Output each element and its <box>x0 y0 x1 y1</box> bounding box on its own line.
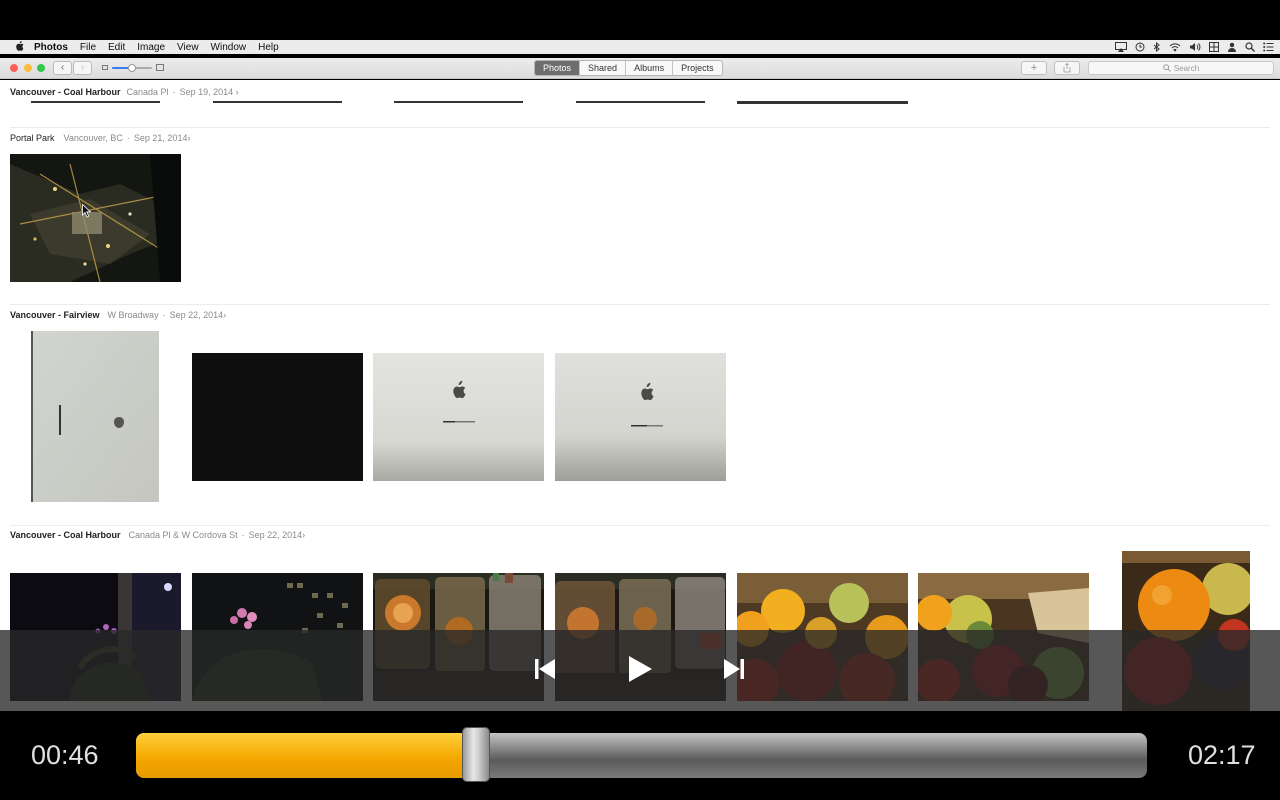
video-controls-overlay <box>0 630 1280 711</box>
add-button[interactable]: + <box>1021 61 1047 75</box>
photo-thumbnail[interactable] <box>373 353 544 481</box>
chevron-right-icon: › <box>302 530 306 540</box>
photo-thumbnail[interactable] <box>394 101 523 103</box>
tab-photos[interactable]: Photos <box>535 61 580 75</box>
separator-dot: · <box>162 310 166 320</box>
wifi-icon[interactable] <box>1169 42 1181 52</box>
spotlight-icon[interactable] <box>1245 42 1255 52</box>
small-thumbnail-icon <box>102 65 108 70</box>
moment-date: Sep 21, 2014 <box>133 133 188 143</box>
time-machine-icon[interactable] <box>1135 42 1145 52</box>
photo-thumbnail[interactable] <box>555 353 726 481</box>
view-tabs: Photos Shared Albums Projects <box>534 60 723 76</box>
flag-icon[interactable] <box>1209 42 1219 52</box>
menu-photos[interactable]: Photos <box>28 42 74 53</box>
moment-date: Sep 22, 2014 <box>248 530 303 540</box>
search-placeholder: Search <box>1173 63 1200 73</box>
search-icon <box>1163 64 1171 72</box>
zoom-window-button[interactable] <box>37 64 45 72</box>
minimize-window-button[interactable] <box>24 64 32 72</box>
moment-location: W Broadway <box>107 310 159 320</box>
search-field[interactable]: Search <box>1088 61 1274 75</box>
menu-help[interactable]: Help <box>252 42 285 53</box>
menu-bar: Photos File Edit Image View Window Help <box>0 40 1280 54</box>
moment-title: Vancouver - Coal Harbour <box>10 87 121 97</box>
moment-date: Sep 19, 2014 <box>179 87 234 97</box>
menu-file[interactable]: File <box>74 42 102 53</box>
moment-location: Canada Pl <box>126 87 169 97</box>
screen: Photos File Edit Image View Window Help … <box>0 0 1280 800</box>
moment-divider <box>10 525 1270 526</box>
menu-image[interactable]: Image <box>131 42 171 53</box>
status-icons <box>1115 40 1274 54</box>
menu-window[interactable]: Window <box>205 42 253 53</box>
share-button[interactable] <box>1054 61 1080 75</box>
chevron-right-icon: › <box>223 310 227 320</box>
tab-shared[interactable]: Shared <box>579 61 625 75</box>
mouse-pointer-icon <box>82 204 92 218</box>
separator-dot: · <box>126 133 130 143</box>
moment-header[interactable]: Vancouver - Fairview W Broadway · Sep 22, 2… <box>10 310 226 320</box>
moment-location: Vancouver, BC <box>63 133 123 143</box>
scrubber-progress-fill <box>136 733 476 778</box>
back-button[interactable]: ‹ <box>53 61 72 75</box>
separator-dot: · <box>241 530 245 540</box>
scrubber-handle[interactable] <box>461 727 490 782</box>
share-icon <box>1063 62 1071 73</box>
menu-edit[interactable]: Edit <box>102 42 131 53</box>
photo-thumbnail[interactable] <box>10 154 181 282</box>
window-toolbar: ‹ › Photos Shared Albums Projects + Sear… <box>0 58 1280 79</box>
photo-thumbnail[interactable] <box>31 101 160 103</box>
tab-albums[interactable]: Albums <box>625 61 672 75</box>
close-window-button[interactable] <box>10 64 18 72</box>
moment-location: Canada Pl & W Cordova St <box>128 530 238 540</box>
moment-header[interactable]: Vancouver - Coal Harbour Canada Pl & W Co… <box>10 530 305 540</box>
moment-divider <box>10 304 1270 305</box>
moment-header[interactable]: Vancouver - Coal Harbour Canada Pl · Sep 19… <box>10 87 239 97</box>
menu-view[interactable]: View <box>171 42 205 53</box>
moment-title: Portal Park <box>10 133 55 143</box>
play-icon[interactable] <box>626 654 654 684</box>
photo-thumbnail[interactable] <box>213 101 342 103</box>
previous-track-icon[interactable] <box>534 657 556 681</box>
airplay-icon[interactable] <box>1115 42 1127 52</box>
photo-thumbnail[interactable] <box>576 101 705 103</box>
photo-thumbnail[interactable] <box>737 101 908 104</box>
moment-header[interactable]: Portal Park Vancouver, BC · Sep 21, 2014› <box>10 133 190 143</box>
next-track-icon[interactable] <box>723 657 745 681</box>
photo-thumbnail[interactable] <box>31 331 159 502</box>
moment-date: Sep 22, 2014 <box>169 310 224 320</box>
chevron-right-icon: › <box>187 133 191 143</box>
zoom-slider[interactable] <box>100 61 168 75</box>
moment-title: Vancouver - Fairview <box>10 310 100 320</box>
volume-icon[interactable] <box>1189 42 1201 52</box>
elapsed-time: 00:46 <box>31 740 99 770</box>
moment-title: Vancouver - Coal Harbour <box>10 530 121 540</box>
notification-center-icon[interactable] <box>1263 42 1274 52</box>
scrubber-track[interactable] <box>136 733 1147 778</box>
moment-divider <box>10 127 1270 128</box>
photo-thumbnail[interactable] <box>192 353 363 481</box>
large-thumbnail-icon <box>156 64 164 71</box>
bluetooth-icon[interactable] <box>1153 42 1161 52</box>
chevron-right-icon: › <box>233 87 239 97</box>
user-icon[interactable] <box>1227 42 1237 52</box>
forward-button[interactable]: › <box>73 61 92 75</box>
total-duration: 02:17 <box>1188 740 1256 770</box>
tab-projects[interactable]: Projects <box>672 61 722 75</box>
zoom-slider-knob[interactable] <box>128 64 136 72</box>
moments-view: Vancouver - Coal Harbour Canada Pl · Sep 19… <box>0 80 1280 711</box>
separator-dot: · <box>172 87 176 97</box>
apple-menu-icon[interactable] <box>10 40 28 54</box>
